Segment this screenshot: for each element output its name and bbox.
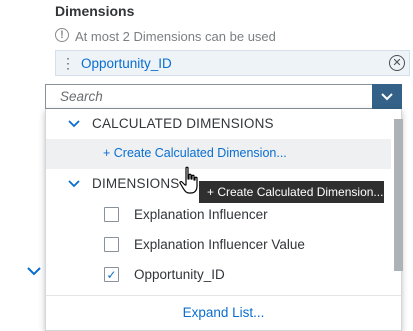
selected-dimension-label[interactable]: Opportunity_ID <box>81 56 172 71</box>
group-label-dimensions: DIMENSIONS <box>92 176 180 191</box>
checkbox[interactable] <box>104 207 119 222</box>
search-field[interactable] <box>45 84 373 109</box>
section-title: Dimensions <box>55 3 135 19</box>
chevron-down-icon[interactable] <box>68 178 80 190</box>
checkmark-icon: ✓ <box>106 267 117 282</box>
list-item[interactable]: Explanation Influencer Value <box>46 230 391 260</box>
list-item-label: Explanation Influencer <box>134 207 268 222</box>
grip-icon[interactable]: ⋮ <box>61 55 75 71</box>
chevron-down-icon <box>381 92 393 100</box>
dropdown-toggle-button[interactable] <box>372 84 402 109</box>
chevron-down-icon[interactable] <box>68 118 80 130</box>
list-item-label: Opportunity_ID <box>134 267 225 282</box>
info-message: At most 2 Dimensions can be used <box>75 29 276 44</box>
chevron-down-icon[interactable] <box>27 265 41 277</box>
dimension-dropdown-panel: CALCULATED DIMENSIONS + Create Calculate… <box>45 109 403 331</box>
list-item-label: Explanation Influencer Value <box>134 237 305 252</box>
group-header-calculated[interactable]: CALCULATED DIMENSIONS <box>46 109 391 139</box>
hand-pointer-icon <box>179 166 198 194</box>
group-label-calculated: CALCULATED DIMENSIONS <box>92 116 274 131</box>
search-input[interactable] <box>46 85 373 108</box>
tooltip: + Create Calculated Dimension... <box>199 181 384 203</box>
checkbox[interactable] <box>104 237 119 252</box>
selected-dimension-chip[interactable]: ⋮ Opportunity_ID ✕ <box>55 50 410 76</box>
checkbox-checked[interactable]: ✓ <box>104 267 119 282</box>
create-calculated-dimension-item[interactable]: + Create Calculated Dimension... <box>46 139 391 169</box>
list-item[interactable]: ✓ Opportunity_ID <box>46 260 391 290</box>
dropdown-footer: Expand List... <box>46 295 401 331</box>
create-calculated-dimension-link[interactable]: + Create Calculated Dimension... <box>103 146 287 160</box>
list-item[interactable]: Explanation Influencer <box>46 200 391 230</box>
expand-list-link[interactable]: Expand List... <box>46 305 401 320</box>
close-icon[interactable]: ✕ <box>389 55 405 71</box>
scrollbar[interactable] <box>394 119 403 271</box>
info-icon: ! <box>55 28 69 42</box>
